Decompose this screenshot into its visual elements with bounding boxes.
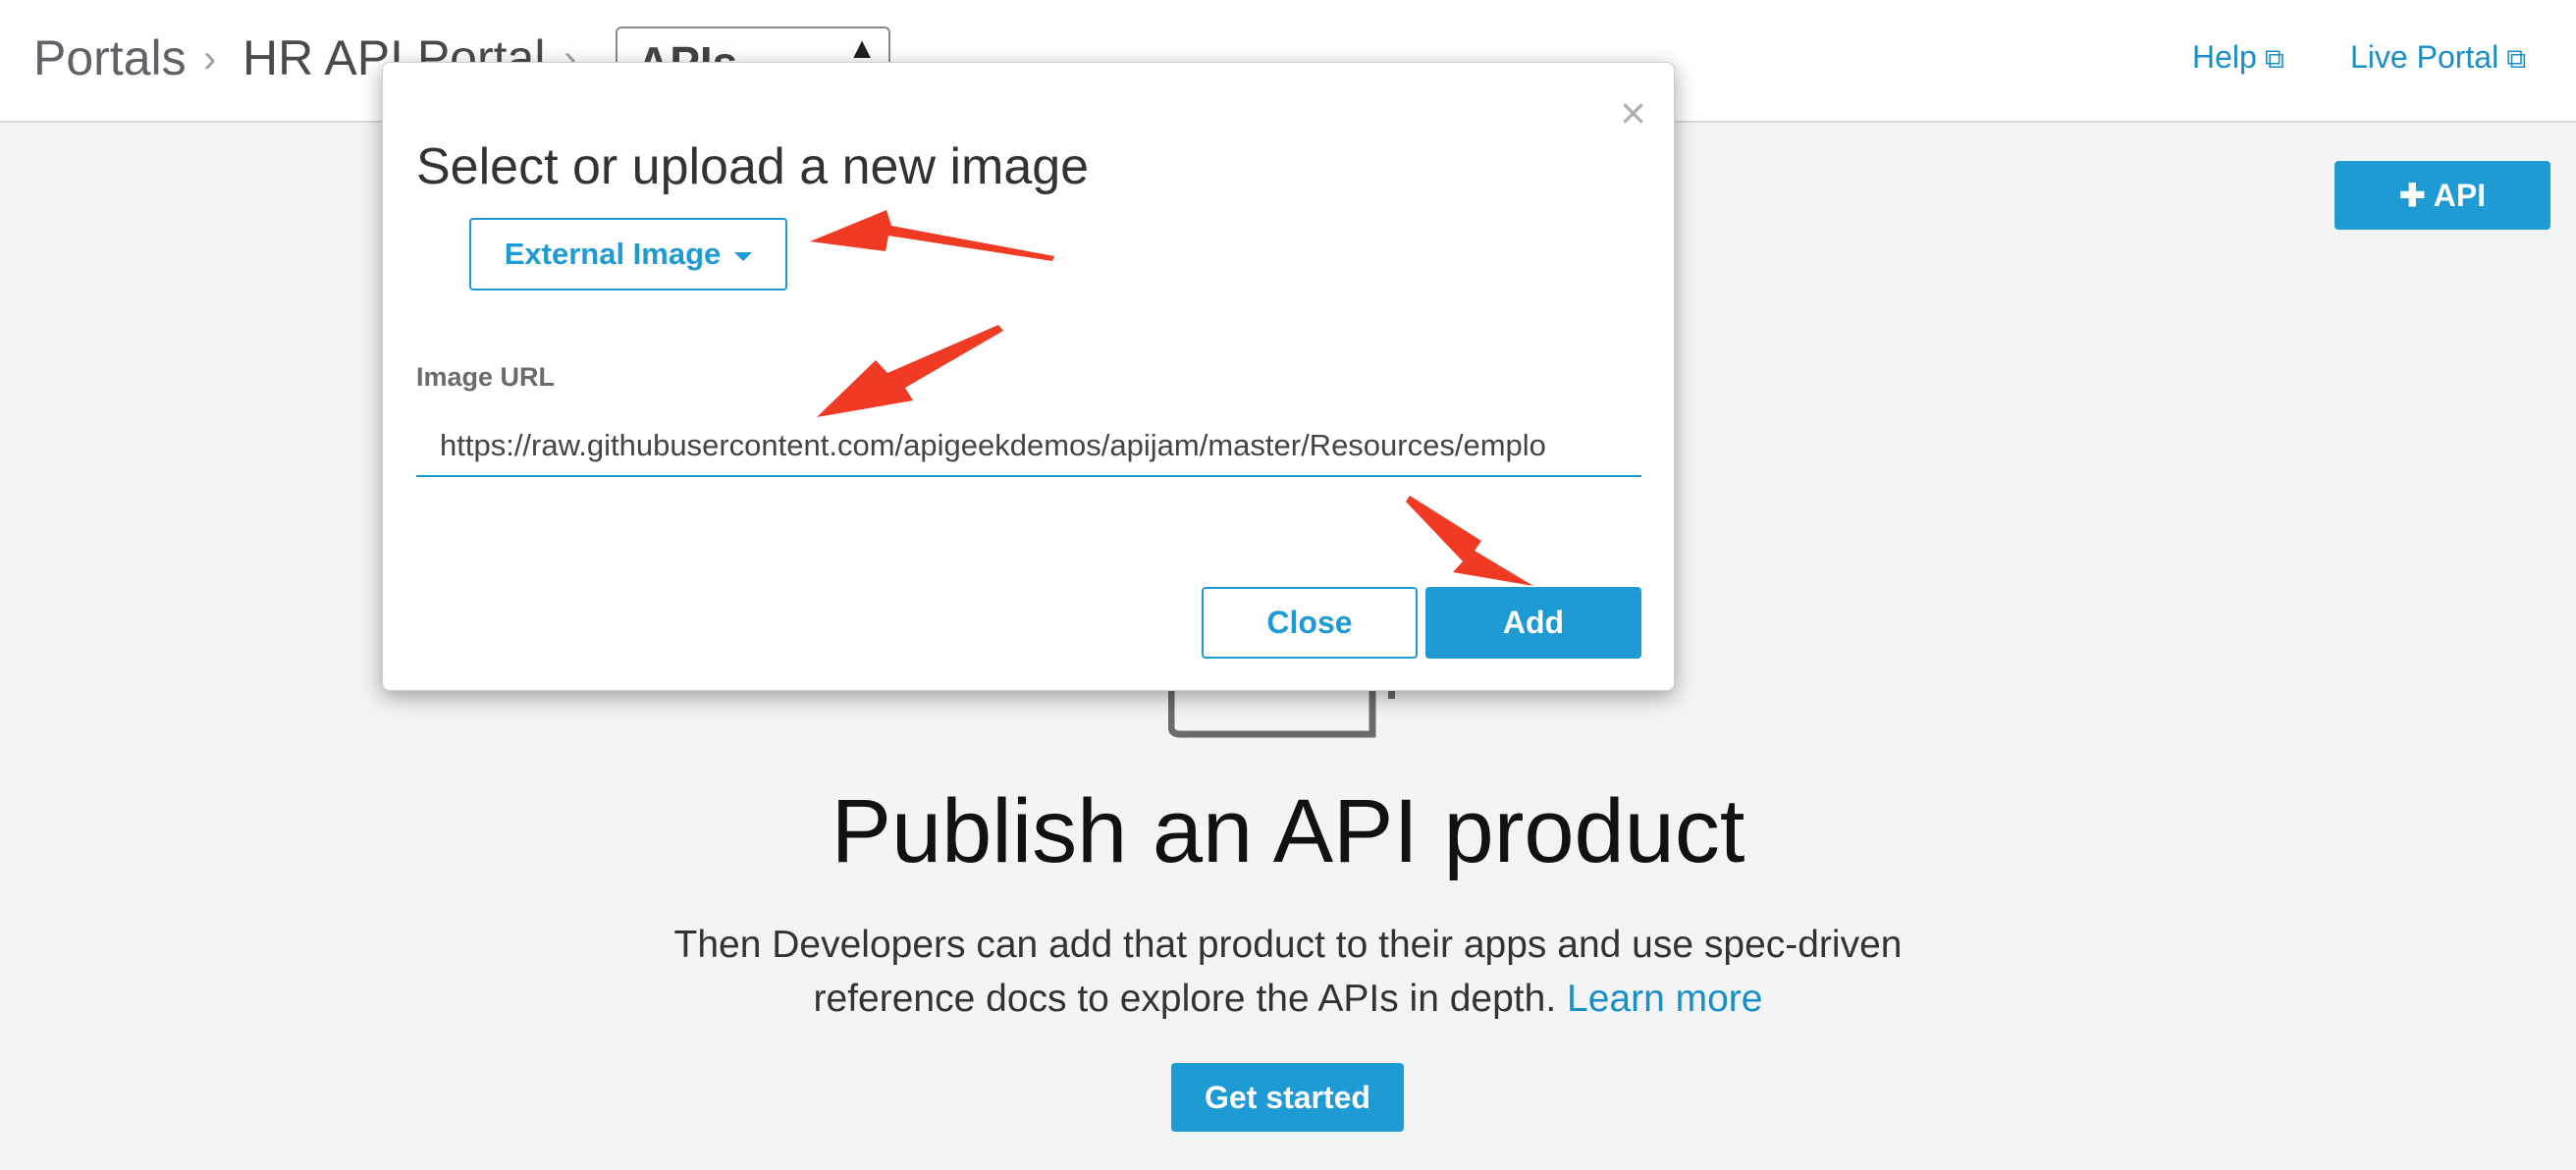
modal-title: Select or upload a new image	[416, 138, 1090, 195]
add-button[interactable]: Add	[1425, 587, 1641, 659]
external-link-icon: ⧉	[2506, 43, 2527, 74]
external-link-icon: ⧉	[2264, 43, 2284, 74]
add-api-button[interactable]: ✚ API	[2334, 161, 2550, 230]
live-portal-link-label: Live Portal	[2350, 39, 2499, 75]
image-source-value: External Image	[504, 237, 722, 271]
page-description: Then Developers can add that product to …	[668, 918, 1908, 1026]
close-button[interactable]: Close	[1202, 587, 1418, 659]
image-select-modal: × Select or upload a new image External …	[382, 62, 1675, 691]
live-portal-link[interactable]: Live Portal ⧉	[2350, 39, 2526, 76]
help-link[interactable]: Help ⧉	[2192, 39, 2284, 76]
image-source-dropdown[interactable]: External Image	[469, 218, 787, 291]
learn-more-link[interactable]: Learn more	[1567, 978, 1762, 1020]
image-url-input[interactable]	[416, 416, 1641, 477]
get-started-button[interactable]: Get started	[1171, 1063, 1404, 1132]
help-link-label: Help	[2192, 39, 2257, 75]
image-url-label: Image URL	[416, 362, 556, 392]
caret-down-icon	[734, 251, 753, 261]
triangle-up-icon: ▲	[847, 32, 877, 65]
page-headline: Publish an API product	[831, 781, 1745, 881]
breadcrumb-portals[interactable]: Portals	[33, 29, 187, 86]
add-api-label: API	[2433, 177, 2487, 213]
plus-icon: ✚	[2398, 178, 2426, 213]
chevron-right-icon: ›	[203, 37, 217, 80]
close-icon[interactable]: ×	[1620, 90, 1646, 135]
